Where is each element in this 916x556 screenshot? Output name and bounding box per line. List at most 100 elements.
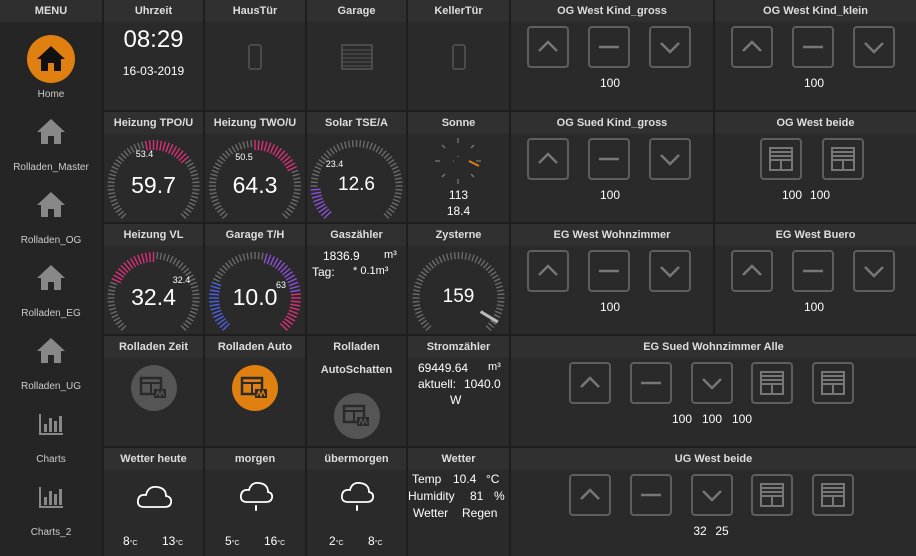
tile-title: OG Sued Kind_gross: [511, 112, 713, 134]
nav-item-rolladen-master[interactable]: Rolladen_Master: [0, 108, 102, 178]
nav-item-home[interactable]: Home: [0, 35, 102, 105]
tile-wetter-morgen: morgen 5°C 16°C: [205, 448, 305, 556]
gas-day-label: Tag:: [312, 265, 335, 279]
tile-title: Heizung TWO/U: [205, 112, 305, 134]
shutter-up-button[interactable]: [527, 250, 569, 292]
rain-cloud-icon: [239, 481, 274, 511]
nav-item-rolladen-ug[interactable]: Rolladen_UG: [0, 327, 102, 397]
tile-eg-west-buero: EG West Buero 100: [715, 224, 916, 334]
shutter-down-button[interactable]: [649, 26, 691, 68]
cloud-icon: [136, 486, 173, 508]
shutter-up-button[interactable]: [527, 26, 569, 68]
shutter-up-button[interactable]: [569, 362, 611, 404]
weather-low: 2°C: [329, 534, 344, 548]
tile-solar-tse: Solar TSE/A 23.4 12.6: [307, 112, 406, 222]
tile-title: Uhrzeit: [104, 0, 203, 22]
gauge-setpoint: 23.4: [325, 159, 344, 169]
tile-title: Rolladen Zeit: [104, 336, 203, 358]
shutter-down-button[interactable]: [691, 474, 733, 516]
sun-compass-icon: [435, 138, 481, 184]
tile-rolladen-zeit[interactable]: Rolladen Zeit: [104, 336, 203, 446]
gas-total-unit: m³: [384, 249, 397, 261]
gauge-value: 64.3: [232, 172, 278, 198]
tile-title: Rolladen: [333, 341, 380, 353]
temperature-unit: °C: [486, 472, 500, 486]
tile-title: Garage: [307, 0, 406, 22]
shutter-shade-icon: [334, 393, 380, 439]
shutter-down-button[interactable]: [691, 362, 733, 404]
tile-title: Zysterne: [408, 224, 509, 246]
shutter-stop-button[interactable]: [630, 474, 672, 516]
gas-day-value: * 0.1m³: [353, 265, 389, 277]
shutter-stop-button[interactable]: [588, 26, 630, 68]
nav-label: Charts: [36, 454, 66, 465]
tile-title: EG West Wohnzimmer: [511, 224, 713, 246]
shutter-timer-icon: [131, 365, 177, 411]
shutter-up-button[interactable]: [527, 138, 569, 180]
tile-title: OG West Kind_gross: [511, 0, 713, 22]
tile-kellertuer[interactable]: KellerTür: [408, 0, 509, 110]
power-current-value: 1040.0: [464, 377, 501, 391]
shutter-value: 100: [803, 76, 825, 90]
shutter-down-button[interactable]: [853, 250, 895, 292]
shutter-down-button[interactable]: [649, 250, 691, 292]
shutter-up-button[interactable]: [731, 250, 773, 292]
shutter-window-button[interactable]: [812, 474, 854, 516]
shutter-window-button[interactable]: [760, 138, 802, 180]
nav-item-rolladen-og[interactable]: Rolladen_OG: [0, 181, 102, 251]
tile-gaszaehler: Gaszähler 1836.9 m³ Tag: * 0.1m³: [307, 224, 406, 334]
rain-cloud-icon: [340, 481, 375, 511]
tile-haustuer[interactable]: HausTür: [205, 0, 305, 110]
gauge-setpoint: 50.5: [235, 152, 253, 162]
shutter-down-button[interactable]: [853, 26, 895, 68]
power-current-unit: W: [450, 393, 462, 407]
temperature-label: Temp: [412, 472, 442, 486]
nav-item-charts-2[interactable]: Charts_2: [0, 473, 102, 543]
door-icon: [452, 44, 466, 70]
tile-title: Sonne: [408, 112, 509, 134]
door-icon: [248, 44, 262, 70]
tile-wetter-heute: Wetter heute 8°C 13°C: [104, 448, 203, 556]
shutter-window-button[interactable]: [751, 474, 793, 516]
shutter-stop-button[interactable]: [792, 250, 834, 292]
gauge-value: 159: [442, 286, 475, 307]
tile-og-west-kind-klein: OG West Kind_klein 100: [715, 0, 916, 110]
humidity-value: 81: [470, 489, 484, 503]
tile-zysterne: Zysterne 159: [408, 224, 509, 334]
shutter-stop-button[interactable]: [792, 26, 834, 68]
shutter-up-button[interactable]: [731, 26, 773, 68]
garage-door-icon: [341, 44, 373, 70]
shutter-window-button[interactable]: [812, 362, 854, 404]
tile-garage[interactable]: Garage: [307, 0, 406, 110]
tile-uhrzeit: Uhrzeit 08:29 16-03-2019: [104, 0, 203, 110]
nav-label: Home: [37, 89, 65, 100]
nav-item-charts[interactable]: Charts: [0, 400, 102, 470]
nav-label: Rolladen_Master: [13, 162, 89, 173]
power-total-unit: m³: [488, 361, 501, 373]
shutter-stop-button[interactable]: [588, 250, 630, 292]
shutter-up-button[interactable]: [569, 474, 611, 516]
shutter-value: 100: [809, 188, 831, 202]
tile-title: Solar TSE/A: [307, 112, 406, 134]
gauge-value: 12.6: [338, 174, 375, 195]
shutter-stop-button[interactable]: [588, 138, 630, 180]
tile-title: Rolladen Auto: [205, 336, 305, 358]
tile-title: Gaszähler: [307, 224, 406, 246]
nav-item-rolladen-eg[interactable]: Rolladen_EG: [0, 254, 102, 324]
tile-title: HausTür: [205, 0, 305, 22]
tile-subtitle: AutoSchatten: [320, 364, 393, 376]
shutter-value: 25: [715, 524, 729, 538]
shutter-value: 100: [781, 188, 803, 202]
tile-title: UG West beide: [511, 448, 916, 470]
tile-title: Garage T/H: [205, 224, 305, 246]
tile-wetter: Wetter Temp 10.4 °C Humidity 81 % Wetter…: [408, 448, 509, 556]
shutter-window-button[interactable]: [751, 362, 793, 404]
shutter-window-button[interactable]: [822, 138, 864, 180]
shutter-down-button[interactable]: [649, 138, 691, 180]
tile-title: EG Sued Wohnzimmer Alle: [511, 336, 916, 358]
tile-rolladen-autoschatten[interactable]: Rolladen AutoSchatten: [307, 336, 406, 446]
tile-stromzaehler: Stromzähler 69449.64 m³ aktuell: 1040.0 …: [408, 336, 509, 446]
tile-rolladen-auto[interactable]: Rolladen Auto: [205, 336, 305, 446]
menu-title: MENU: [0, 0, 102, 22]
shutter-stop-button[interactable]: [630, 362, 672, 404]
